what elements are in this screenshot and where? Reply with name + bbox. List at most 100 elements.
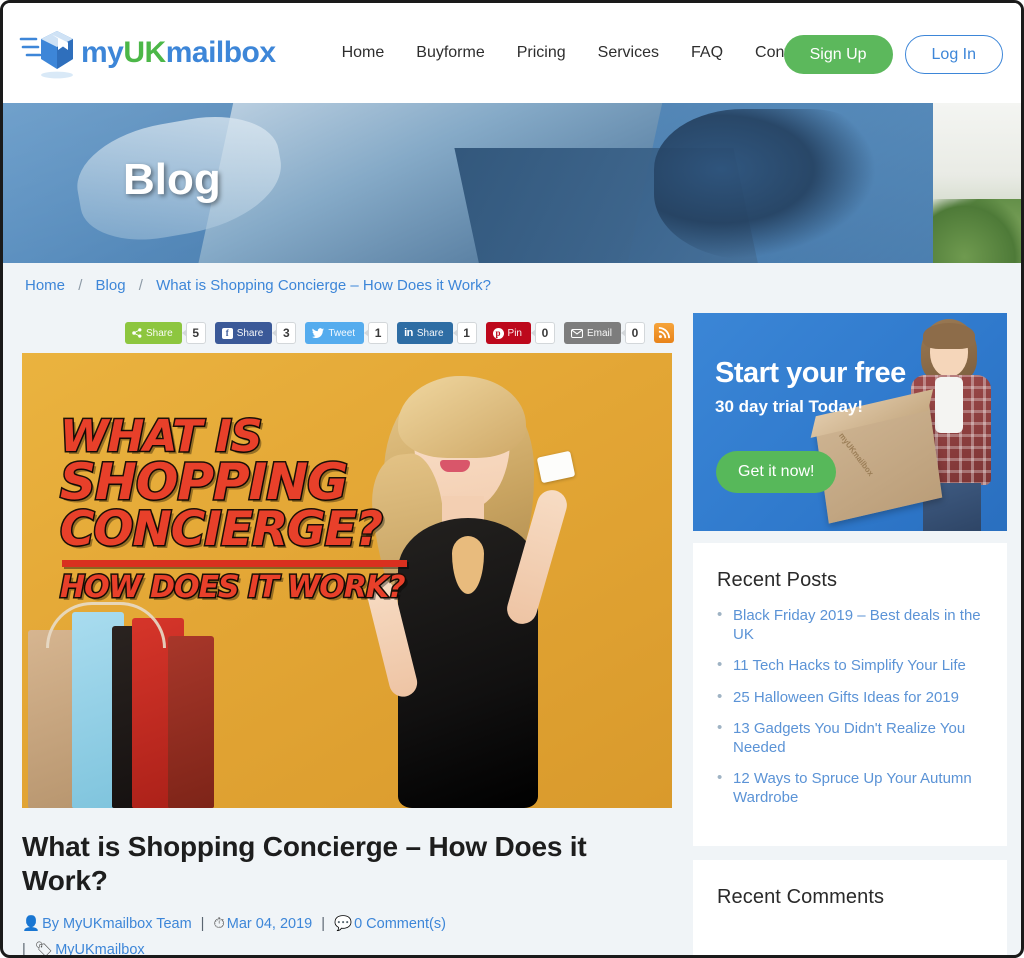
share-unit-email: Email 0: [563, 322, 645, 344]
sidebar: myUKmailbox Start your free 30 day trial…: [693, 313, 1007, 955]
recent-post-link-4[interactable]: 13 Gadgets You Didn't Realize You Needed: [733, 720, 965, 756]
package-box-icon: [19, 31, 73, 79]
logo-wordmark: myUKmailbox: [81, 36, 276, 70]
nav-item-buyforme[interactable]: Buyforme: [416, 44, 484, 62]
list-item: 13 Gadgets You Didn't Realize You Needed: [717, 718, 983, 757]
hero-side-image: [933, 103, 1021, 263]
list-item: 11 Tech Hacks to Simplify Your Life: [717, 655, 983, 675]
pinterest-icon: p: [492, 327, 504, 339]
featured-line-2: SHOPPING: [59, 453, 350, 512]
featured-divider-rule: [62, 560, 407, 568]
model-hair-front: [398, 376, 526, 458]
recent-comments-panel: Recent Comments: [693, 859, 1007, 955]
recent-posts-title: Recent Posts: [717, 569, 838, 591]
credit-card: [536, 450, 576, 484]
nav-item-services[interactable]: Services: [598, 44, 659, 62]
share-unit-generic: Share 5: [125, 322, 206, 344]
share-label-linkedin: Share: [416, 327, 444, 339]
logo-uk: UK: [123, 36, 166, 69]
recent-post-link-2[interactable]: 11 Tech Hacks to Simplify Your Life: [733, 657, 966, 674]
post-author-link[interactable]: By MyUKmailbox Team: [42, 916, 192, 932]
share-button-linkedin[interactable]: in Share: [397, 322, 453, 344]
tag-icon: 🏷: [34, 941, 54, 958]
breadcrumb-separator: /: [138, 277, 143, 294]
site-logo[interactable]: myUKmailbox: [19, 25, 276, 81]
auth-buttons: Sign Up Log In: [783, 35, 1003, 74]
twitter-bird-icon: [312, 328, 325, 338]
promo-box-logo: myUKmailbox: [837, 430, 876, 478]
featured-line-3: CONCIERGE?: [59, 502, 385, 558]
breadcrumb: Home / Blog / What is Shopping Concierge…: [25, 277, 491, 294]
model-mouth: [440, 460, 470, 472]
share-count-twitter: 1: [368, 322, 389, 344]
post-date[interactable]: Mar 04, 2019: [227, 916, 312, 932]
share-unit-twitter: Tweet 1: [305, 322, 389, 344]
post-comments-link[interactable]: 0 Comment(s): [354, 916, 446, 932]
share-label-twitter: Tweet: [328, 327, 356, 339]
share-button-email[interactable]: Email: [563, 322, 621, 344]
breadcrumb-item-blog[interactable]: Blog: [96, 277, 126, 294]
post-tag-link[interactable]: MyUKmailbox: [55, 942, 144, 955]
recent-post-link-5[interactable]: 12 Ways to Spruce Up Your Autumn Wardrob…: [733, 770, 972, 806]
envelope-icon: [570, 328, 583, 338]
facebook-icon: f: [221, 327, 233, 339]
featured-line-1: WHAT IS: [59, 411, 265, 462]
recent-post-link-3[interactable]: 25 Halloween Gifts Ideas for 2019: [733, 689, 959, 706]
rss-icon[interactable]: [654, 323, 674, 343]
share-label-facebook: Share: [236, 327, 264, 339]
share-label-generic: Share: [146, 327, 173, 339]
share-button-generic[interactable]: Share: [125, 322, 182, 344]
share-unit-pinterest: p Pin 0: [485, 322, 555, 344]
featured-line-4: HOW DOES IT WORK?: [59, 570, 408, 606]
site-header: myUKmailbox Home Buyforme Pricing Servic…: [3, 3, 1021, 103]
shopping-bag-handles: [46, 602, 166, 648]
post-title: What is Shopping Concierge – How Does it…: [22, 831, 587, 897]
logo-mailbox: mailbox: [165, 36, 276, 69]
clock-icon: ⏱: [213, 916, 225, 933]
user-icon: 👤: [22, 916, 41, 933]
meta-separator: |: [200, 916, 205, 933]
nav-item-faq[interactable]: FAQ: [691, 44, 723, 62]
rss-waves-icon: [658, 327, 670, 339]
hero-decor-shape-right: [454, 147, 761, 263]
list-item: Black Friday 2019 – Best deals in the UK: [717, 605, 983, 644]
share-nodes-icon: [132, 328, 142, 338]
logo-my: my: [81, 36, 124, 69]
browser-page: myUKmailbox Home Buyforme Pricing Servic…: [0, 0, 1024, 958]
share-button-facebook[interactable]: f Share: [214, 322, 273, 344]
promo-model-tshirt: [935, 377, 963, 433]
log-in-button[interactable]: Log In: [904, 35, 1003, 74]
main-navigation: Home Buyforme Pricing Services FAQ Conta…: [342, 44, 811, 62]
share-count-email: 0: [625, 322, 645, 344]
share-button-pinterest[interactable]: p Pin: [485, 322, 531, 344]
page-title: Blog: [123, 155, 221, 204]
share-unit-facebook: f Share 3: [214, 322, 297, 344]
share-count-facebook: 3: [276, 322, 297, 344]
social-share-bar: Share 5 f Share 3 Tweet 1 in Share 1 p P…: [125, 322, 674, 344]
nav-item-home[interactable]: Home: [342, 44, 385, 62]
share-count-pinterest: 0: [534, 322, 555, 344]
shopping-bag-darkred: [168, 636, 214, 808]
recent-posts-list: Black Friday 2019 – Best deals in the UK…: [717, 605, 983, 808]
list-item: 25 Halloween Gifts Ideas for 2019: [717, 687, 983, 707]
breadcrumb-item-current[interactable]: What is Shopping Concierge – How Does it…: [156, 277, 491, 294]
share-unit-linkedin: in Share 1: [397, 322, 477, 344]
breadcrumb-item-home[interactable]: Home: [25, 277, 65, 294]
share-button-twitter[interactable]: Tweet: [305, 322, 365, 344]
share-count-linkedin: 1: [456, 322, 477, 344]
share-count-generic: 5: [185, 322, 206, 344]
promo-ad-banner[interactable]: myUKmailbox Start your free 30 day trial…: [693, 313, 1007, 531]
meta-separator: |: [321, 916, 325, 933]
share-label-email: Email: [586, 327, 612, 339]
meta-separator: |: [22, 941, 26, 958]
sign-up-button[interactable]: Sign Up: [783, 35, 893, 74]
post-meta: 👤 By MyUKmailbox Team | ⏱ Mar 04, 2019 | 💬 0 Co…: [22, 912, 672, 958]
nav-item-pricing[interactable]: Pricing: [517, 44, 566, 62]
recent-comments-title: Recent Comments: [717, 885, 885, 908]
promo-cta-button[interactable]: Get it now!: [716, 451, 837, 493]
hero-banner: Blog: [3, 103, 1021, 263]
featured-image-text: WHAT IS SHOPPING CONCIERGE? HOW DOES IT …: [59, 411, 408, 606]
shopping-bags: [28, 583, 214, 808]
recent-post-link-1[interactable]: Black Friday 2019 – Best deals in the UK: [733, 607, 981, 643]
list-item: 12 Ways to Spruce Up Your Autumn Wardrob…: [717, 768, 983, 807]
